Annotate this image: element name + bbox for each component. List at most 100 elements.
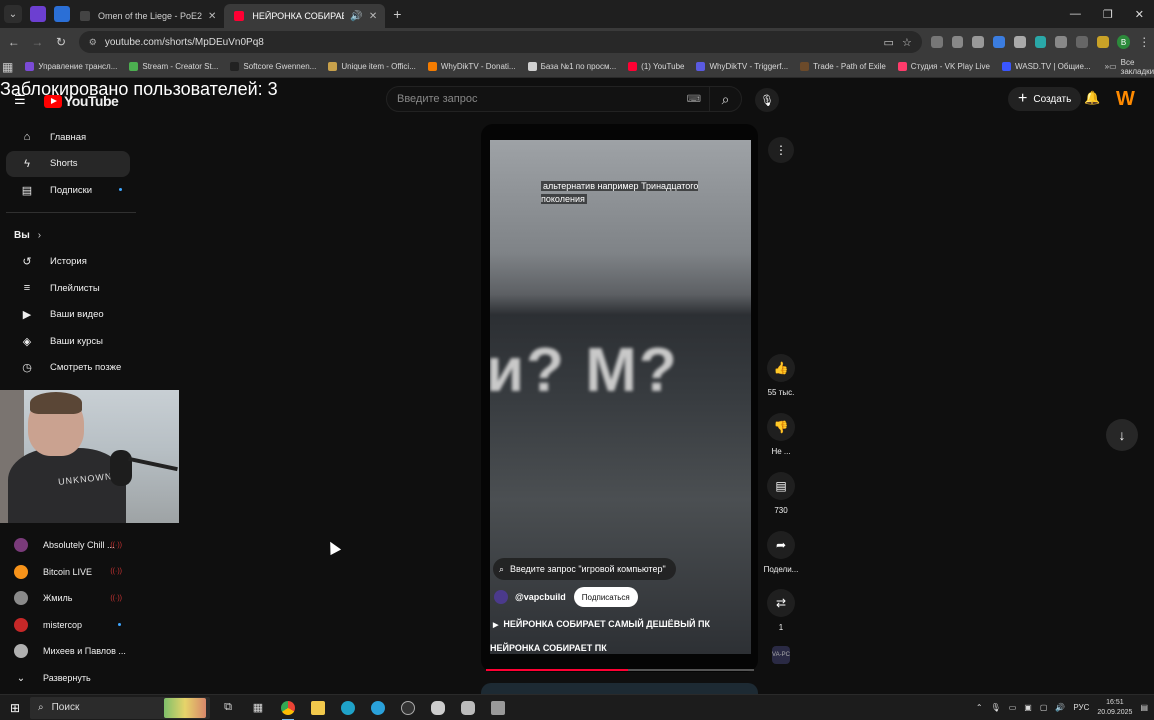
sidebar-item-your-videos[interactable]: ▶ Ваши видео <box>6 302 130 329</box>
sidebar-item-history[interactable]: ↺ История <box>6 249 130 276</box>
tray-volume-icon[interactable]: 🔊 <box>1055 703 1065 712</box>
keyboard-icon[interactable]: ⌨ <box>687 94 701 105</box>
search-button[interactable]: ⌕ <box>709 87 741 111</box>
bookmark-item[interactable]: WhyDikTV - Donati... <box>427 62 516 71</box>
sidebar-item-playlists[interactable]: ≡ Плейлисты <box>6 275 130 302</box>
short-description[interactable]: ▶ НЕЙРОНКА СОБИРАЕТ САМЫЙ ДЕШЁВЫЙ ПК <box>493 619 710 629</box>
more-options-button[interactable]: ⋮ <box>768 137 794 163</box>
sidebar-item-home[interactable]: ⌂ Главная <box>6 124 130 151</box>
channel-avatar[interactable] <box>494 590 508 604</box>
notifications-icon[interactable]: ▤ <box>1140 703 1148 712</box>
tray-usb-icon[interactable]: ▭ <box>1009 703 1017 712</box>
tray-mic-icon[interactable]: 🎙 <box>991 703 1001 712</box>
channel-thumb[interactable]: VA-PC <box>772 646 790 664</box>
extension-yellow-icon[interactable] <box>1096 36 1109 48</box>
notifications-bell-icon[interactable]: 🔔 <box>1084 90 1100 106</box>
app-shield-icon[interactable] <box>456 698 480 718</box>
sidebar-item-courses[interactable]: ◈ Ваши курсы <box>6 328 130 355</box>
bookmark-item[interactable]: Управление трансл... <box>25 62 117 71</box>
back-icon[interactable]: ← <box>4 35 24 49</box>
sidebar-item-shorts[interactable]: ϟ Shorts <box>6 150 130 177</box>
apps-grid-icon[interactable]: ▦ <box>2 60 13 74</box>
extension-gear-icon[interactable] <box>972 36 985 48</box>
extension-blue-icon[interactable] <box>993 36 1005 48</box>
subscription-item[interactable]: Жмиль ((·)) <box>6 585 130 611</box>
dislike-button[interactable]: 👎 <box>767 413 795 441</box>
app-mouse-icon[interactable] <box>426 698 450 718</box>
reading-list-icon[interactable] <box>1076 36 1088 48</box>
channel-name[interactable]: @vapcbuild <box>515 592 566 602</box>
maximize-icon[interactable]: ❐ <box>1103 8 1113 21</box>
browser-menu-icon[interactable]: ⋮ <box>1134 35 1154 49</box>
app-server-icon[interactable] <box>486 698 510 718</box>
extension-window-icon[interactable] <box>951 36 964 48</box>
profile-avatar[interactable]: B <box>1116 35 1131 49</box>
taskbar-search[interactable]: ⌕ Поиск <box>30 696 210 719</box>
extensions-puzzle-icon[interactable] <box>1055 36 1068 48</box>
file-explorer-icon[interactable] <box>306 698 330 718</box>
sidebar-you-heading[interactable]: Вы › <box>0 223 140 249</box>
bookmark-item[interactable]: WhyDikTV - Triggerf... <box>696 62 788 71</box>
pinned-tab-app[interactable] <box>54 6 70 22</box>
extension-teal-icon[interactable] <box>1034 36 1047 48</box>
taskbar-clock[interactable]: 16:51 20.09.2025 <box>1097 698 1132 718</box>
cast-icon[interactable]: ▭ <box>884 36 894 49</box>
address-bar[interactable]: ⚙ youtube.com/shorts/MpDEuVn0Pq8 ▭ ☆ <box>78 31 922 53</box>
telegram-icon[interactable] <box>366 698 390 718</box>
task-view-icon[interactable]: ⧉ <box>216 698 240 718</box>
bookmark-item[interactable]: База №1 по просм... <box>527 62 616 71</box>
site-info-icon[interactable]: ⚙ <box>89 37 97 48</box>
extension-cloud-icon[interactable] <box>1013 36 1026 48</box>
bookmark-item[interactable]: Stream - Creator St... <box>129 62 218 71</box>
account-avatar[interactable]: W <box>1116 88 1135 111</box>
tray-language[interactable]: РУС <box>1073 703 1089 712</box>
minimize-icon[interactable]: — <box>1070 8 1081 21</box>
obs-icon[interactable] <box>396 698 420 718</box>
tray-display-icon[interactable]: ▢ <box>1040 703 1048 712</box>
bookmark-item[interactable]: (1) YouTube <box>628 62 684 71</box>
search-input[interactable] <box>397 93 687 105</box>
comment-button[interactable]: ▤ <box>767 472 795 500</box>
sidebar-expand-button[interactable]: ⌄ Развернуть <box>6 665 130 691</box>
remix-button[interactable]: ⇄ <box>767 589 795 617</box>
all-bookmarks-folder[interactable]: ▭ Все закладки <box>1109 58 1154 76</box>
forward-icon[interactable]: → <box>28 35 48 49</box>
like-button[interactable]: 👍 <box>767 354 795 382</box>
bookmark-item[interactable]: Студия - VK Play Live <box>897 62 990 71</box>
subscription-item[interactable]: Bitcoin LIVE ((·)) <box>6 559 130 585</box>
share-button[interactable]: ➦ <box>767 531 795 559</box>
tab-close-icon[interactable]: ✕ <box>208 11 216 22</box>
reload-icon[interactable]: ↻ <box>51 35 71 49</box>
bookmark-item[interactable]: Unique item - Offici... <box>328 62 416 71</box>
new-tab-button[interactable]: + <box>393 6 401 22</box>
close-window-icon[interactable]: ✕ <box>1135 8 1144 21</box>
subscription-item[interactable]: mistercop <box>6 612 130 638</box>
subscription-item[interactable]: Absolutely Chill ... ((·)) <box>6 532 130 558</box>
bookmark-item[interactable]: Softcore Gwennen... <box>230 62 316 71</box>
tab-audio-icon[interactable]: 🔊 <box>350 11 362 22</box>
create-button[interactable]: + Создать <box>1008 87 1082 111</box>
bookmark-star-icon[interactable]: ☆ <box>902 36 912 49</box>
subscribe-button[interactable]: Подписаться <box>573 587 638 607</box>
windows-start-icon[interactable]: ⊞ <box>0 701 30 715</box>
next-short-button[interactable]: ↓ <box>1106 419 1138 451</box>
pinned-tab-twitch[interactable] <box>30 6 46 22</box>
bookmark-item[interactable]: Trade - Path of Exile <box>800 62 886 71</box>
extension-shield-icon[interactable] <box>930 36 943 48</box>
tab-close-icon[interactable]: ✕ <box>369 11 377 22</box>
tray-expand-icon[interactable]: ⌃ <box>976 703 983 712</box>
related-search-chip[interactable]: ⌕ Введите запрос "игровой компьютер" <box>493 558 676 580</box>
tab-youtube-short[interactable]: НЕЙРОНКА СОБИРАЕТ ПК 🔊 ✕ <box>224 4 386 28</box>
calculator-icon[interactable]: ▦ <box>246 698 270 718</box>
short-title[interactable]: НЕЙРОНКА СОБИРАЕТ ПК <box>490 643 607 653</box>
tab-poe-trade[interactable]: Omen of the Liege - PoE2 Trade ✕ <box>70 4 224 28</box>
chrome-icon[interactable] <box>276 698 300 720</box>
tab-search-button[interactable]: ⌄ <box>4 5 22 23</box>
sidebar-item-subscriptions[interactable]: ▤ Подписки <box>6 177 130 204</box>
video-progress-bar[interactable] <box>486 669 754 671</box>
bookmark-item[interactable]: WASD.TV | Общие... <box>1001 62 1091 71</box>
sidebar-item-watch-later[interactable]: ◷ Смотреть позже <box>6 355 130 382</box>
edge-icon[interactable] <box>336 698 360 718</box>
voice-search-button[interactable]: 🎙 <box>755 88 779 112</box>
tray-network-icon[interactable]: ▣ <box>1024 703 1032 712</box>
